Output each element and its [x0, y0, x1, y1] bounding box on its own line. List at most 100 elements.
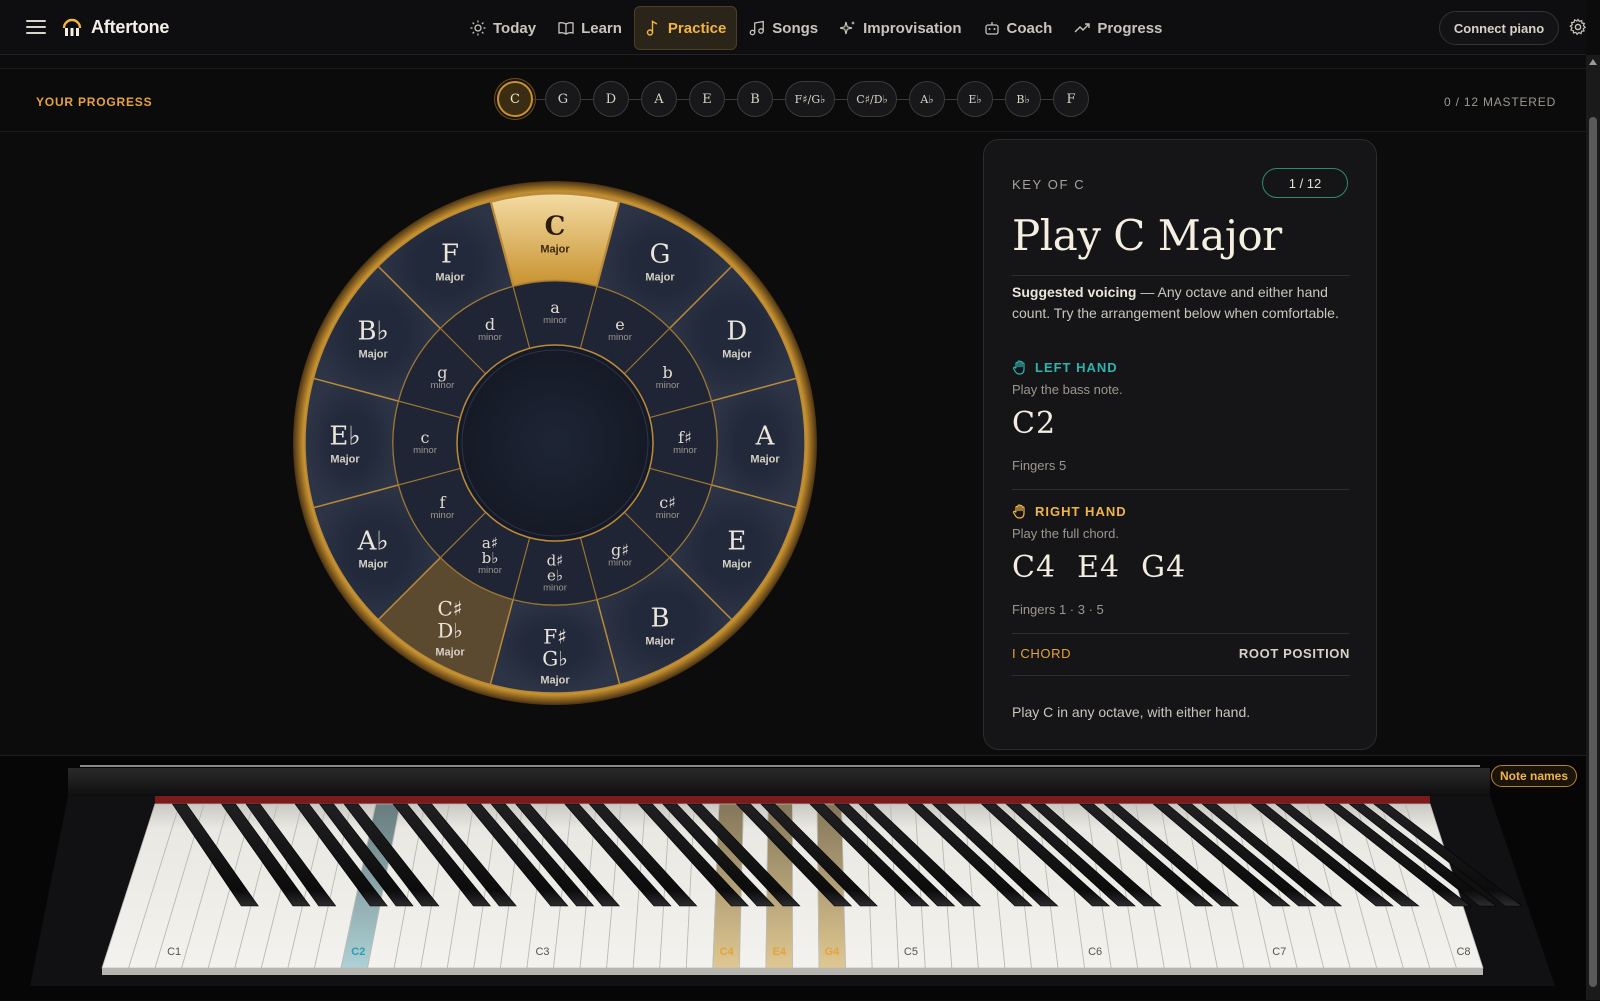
card-divider — [1012, 675, 1350, 676]
circle-of-fifths: C Major G Major D Major A Major E Major B Major F♯ G♭… — [290, 178, 820, 708]
wheel-major-sub-5: Major — [645, 635, 675, 647]
key-detail-card: KEY OF C 1 / 12 Play C Major Suggested v… — [983, 139, 1377, 750]
nav-progress-label: Progress — [1097, 19, 1163, 37]
wheel-major-label-9: E♭ — [329, 422, 360, 452]
chord-label: I CHORD — [1012, 646, 1072, 661]
key-chain-link — [725, 98, 737, 100]
right-hand-notes: C4 E4 G4 — [1012, 550, 1187, 585]
wheel-major-label-7: C♯ — [438, 596, 463, 620]
main-nav: Today Learn Practice Songs Improvisation… — [460, 6, 1172, 50]
wheel-major-sub-9: Major — [330, 454, 360, 466]
card-key-label: KEY OF C — [1012, 177, 1086, 192]
wheel-minor-sub-8: minor — [431, 510, 455, 521]
wheel-major-sub-1: Major — [645, 272, 675, 284]
card-footer-text: Play C in any octave, with either hand. — [1012, 704, 1251, 720]
app-name: Aftertone — [91, 16, 170, 37]
mastered-count: 0 / 12 MASTERED — [1444, 95, 1557, 109]
progress-key-10[interactable]: B♭ — [1005, 81, 1041, 117]
piano-key-label-0: C1 — [167, 946, 181, 958]
voicing-text: Suggested voicing — Any octave and eithe… — [1012, 282, 1350, 324]
progress-key-0[interactable]: C — [497, 81, 533, 117]
wheel-minor-sub-0: minor — [543, 315, 567, 326]
scroll-up-arrow-icon[interactable] — [1589, 59, 1597, 65]
hand-icon — [1012, 504, 1025, 519]
wheel-major-label-2: D — [726, 317, 747, 347]
gear-icon[interactable] — [1569, 18, 1587, 36]
progress-key-2[interactable]: D — [593, 81, 629, 117]
key-chain-link — [1041, 98, 1053, 100]
wheel-major-label-5: B — [650, 603, 669, 633]
progress-key-9[interactable]: E♭ — [957, 81, 993, 117]
wheel-major-label-1: G — [650, 240, 671, 270]
nav-progress[interactable]: Progress — [1064, 6, 1172, 50]
key-progress-chain: C G D A E B F♯/G♭ C♯/D♭ A♭ E♭ B♭ F — [497, 81, 1089, 117]
wheel-major-sub-10: Major — [358, 349, 388, 361]
nav-practice[interactable]: Practice — [633, 6, 738, 50]
card-divider — [1012, 633, 1350, 634]
progress-key-4[interactable]: E — [689, 81, 725, 117]
hand-icon — [1012, 360, 1025, 375]
progress-key-1[interactable]: G — [545, 81, 581, 117]
wheel-major-label-6: F♯ — [543, 625, 567, 649]
wheel-minor-sub-2: minor — [656, 380, 680, 391]
progress-key-7[interactable]: C♯/D♭ — [847, 81, 897, 117]
scroll-thumb[interactable] — [1589, 117, 1597, 987]
voicing-bold: Suggested voicing — [1012, 284, 1137, 300]
wheel-major-label-10: B♭ — [357, 317, 388, 347]
wheel-major-sub-0: Major — [540, 244, 570, 256]
key-chain-link — [677, 98, 689, 100]
card-progress-badge: 1 / 12 — [1262, 168, 1348, 198]
wheel-major-sub-3: Major — [750, 454, 780, 466]
progress-key-6[interactable]: F♯/G♭ — [785, 81, 835, 117]
right-hand-label: RIGHT HAND — [1035, 503, 1127, 519]
key-chain-link — [581, 98, 593, 100]
app-logo[interactable]: Aftertone — [61, 15, 169, 39]
left-hand-notes: C2 — [1012, 406, 1057, 441]
page-scrollbar[interactable] — [1586, 55, 1600, 1000]
wheel-minor-sub-3: minor — [673, 445, 697, 456]
key-chain-link — [945, 98, 957, 100]
piano-key-label-6: C5 — [904, 946, 918, 958]
circle-of-fifths-svg: C Major G Major D Major A Major E Major B Major F♯G♭… — [293, 181, 817, 705]
key-chain-link — [533, 98, 545, 100]
chord-info-row: I CHORD ROOT POSITION — [1012, 646, 1350, 661]
piano-lid — [68, 768, 1490, 796]
menu-icon[interactable] — [26, 17, 46, 37]
left-hand-sub: Play the bass note. — [1012, 382, 1123, 397]
right-hand-heading: RIGHT HAND — [1012, 503, 1127, 519]
wheel-minor-sub-4: minor — [656, 510, 680, 521]
left-hand-fingers: Fingers 5 — [1012, 458, 1067, 473]
wheel-minor-sub-6: minor — [543, 582, 567, 593]
sparkles-icon — [840, 21, 856, 35]
card-divider — [1012, 275, 1350, 276]
note-names-toggle[interactable]: Note names — [1491, 765, 1578, 787]
wheel-major-label-8: A♭ — [357, 527, 389, 557]
nav-coach[interactable]: Coach — [974, 6, 1063, 50]
wheel-minor-sub-5: minor — [608, 557, 632, 568]
nav-songs[interactable]: Songs — [739, 6, 828, 50]
nav-improvisation[interactable]: Improvisation — [830, 6, 971, 50]
wheel-minor-sub-10: minor — [431, 380, 455, 391]
progress-key-5[interactable]: B — [737, 81, 773, 117]
wheel-major-label-11: F — [441, 240, 459, 270]
progress-key-3[interactable]: A — [641, 81, 677, 117]
wheel-major-label-0: C — [545, 212, 566, 242]
piano-keyboard: C1 C2 C3 C4 E4 G4 C5 C6 C7 C8 — [0, 755, 1586, 1000]
progress-key-11[interactable]: F — [1053, 81, 1089, 117]
logo-icon — [62, 18, 82, 36]
nav-learn[interactable]: Learn — [548, 6, 632, 50]
left-hand-heading: LEFT HAND — [1012, 359, 1118, 375]
connect-piano-button[interactable]: Connect piano — [1439, 11, 1559, 45]
progress-key-8[interactable]: A♭ — [909, 81, 945, 117]
book-icon — [558, 22, 574, 35]
card-title: Play C Major — [1012, 211, 1282, 260]
nav-coach-label: Coach — [1006, 19, 1053, 37]
piano-key-label-7: C6 — [1088, 946, 1102, 958]
key-chain-link — [629, 98, 641, 100]
piano-key-label-2: C3 — [535, 946, 549, 958]
card-divider — [1012, 489, 1350, 490]
nav-today[interactable]: Today — [460, 6, 546, 50]
music-notes-icon — [749, 20, 765, 36]
wheel-major-sub-2: Major — [722, 349, 752, 361]
key-chain-link — [773, 98, 785, 100]
